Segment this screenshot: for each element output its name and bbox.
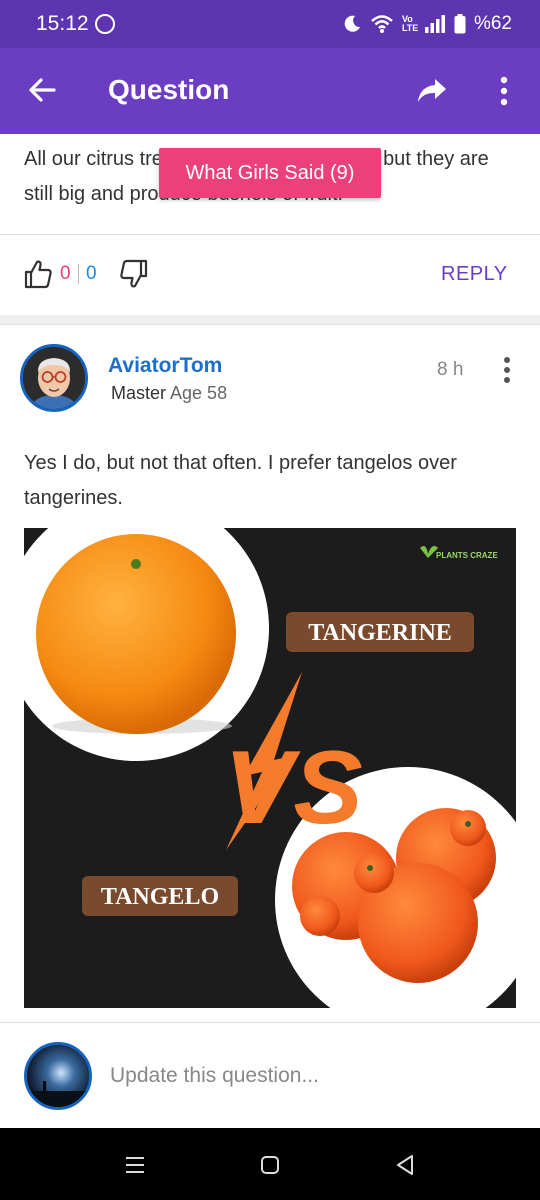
post-more-vert-icon[interactable] [500,356,514,384]
battery-percent: %62 [473,13,512,34]
upvote-count: 0 [60,263,71,284]
sync-icon [94,14,115,34]
status-time: 15:12 [36,12,89,35]
recent-apps-icon[interactable] [120,1150,150,1180]
age-label: Age 58 [170,383,228,403]
old-man-avatar-icon [23,347,85,409]
section-separator [0,315,540,325]
brand-text: PLANTS CRAZE [436,551,498,560]
vs-text: VS [224,730,363,846]
my-avatar[interactable] [24,1042,92,1110]
post-image[interactable]: VS TANGERINE TANGELO PLANTS CRAZE [24,528,516,1008]
vote-separator [78,264,79,284]
volte-label: Vo LTE [401,14,419,33]
user-rank: Master Age 58 [111,383,227,404]
reply-button[interactable]: REPLY [441,263,508,286]
home-icon[interactable] [255,1150,285,1180]
back-arrow-icon[interactable] [26,74,58,106]
moon-icon [344,15,360,32]
post-body: Yes I do, but not that often. I prefer t… [24,452,457,509]
thumbs-up-icon[interactable] [24,259,52,289]
downvote-count: 0 [86,263,97,284]
tangerine-vs-tangelo-graphic: VS TANGERINE TANGELO PLANTS CRAZE [24,528,516,1008]
more-vert-icon[interactable] [494,76,514,106]
tangelo-label: TANGELO [101,884,219,910]
rank-label: Master [111,383,167,403]
wifi-icon [371,15,393,33]
divider [0,1022,540,1023]
signal-icon [424,15,445,33]
status-bar: 15:12 Vo LTE %62 [0,0,540,48]
battery-icon [454,14,466,34]
thumbs-down-icon[interactable] [120,259,150,289]
system-nav-bar [0,1128,540,1200]
night-scene-avatar-icon [27,1045,89,1107]
app-bar: Question [0,48,540,134]
what-girls-said-tooltip[interactable]: What Girls Said (9) [159,148,381,198]
user-avatar[interactable] [20,344,88,412]
update-question-input[interactable] [110,1050,510,1102]
tangerine-label: TANGERINE [308,620,452,646]
page-title: Question [108,74,230,105]
back-triangle-icon[interactable] [390,1150,420,1180]
post-time: 8 h [437,359,464,380]
vote-row: 0 0 REPLY [0,235,540,315]
share-icon[interactable] [416,76,448,106]
username-link[interactable]: AviatorTom [108,354,222,378]
status-icons: Vo LTE %62 [342,13,512,35]
